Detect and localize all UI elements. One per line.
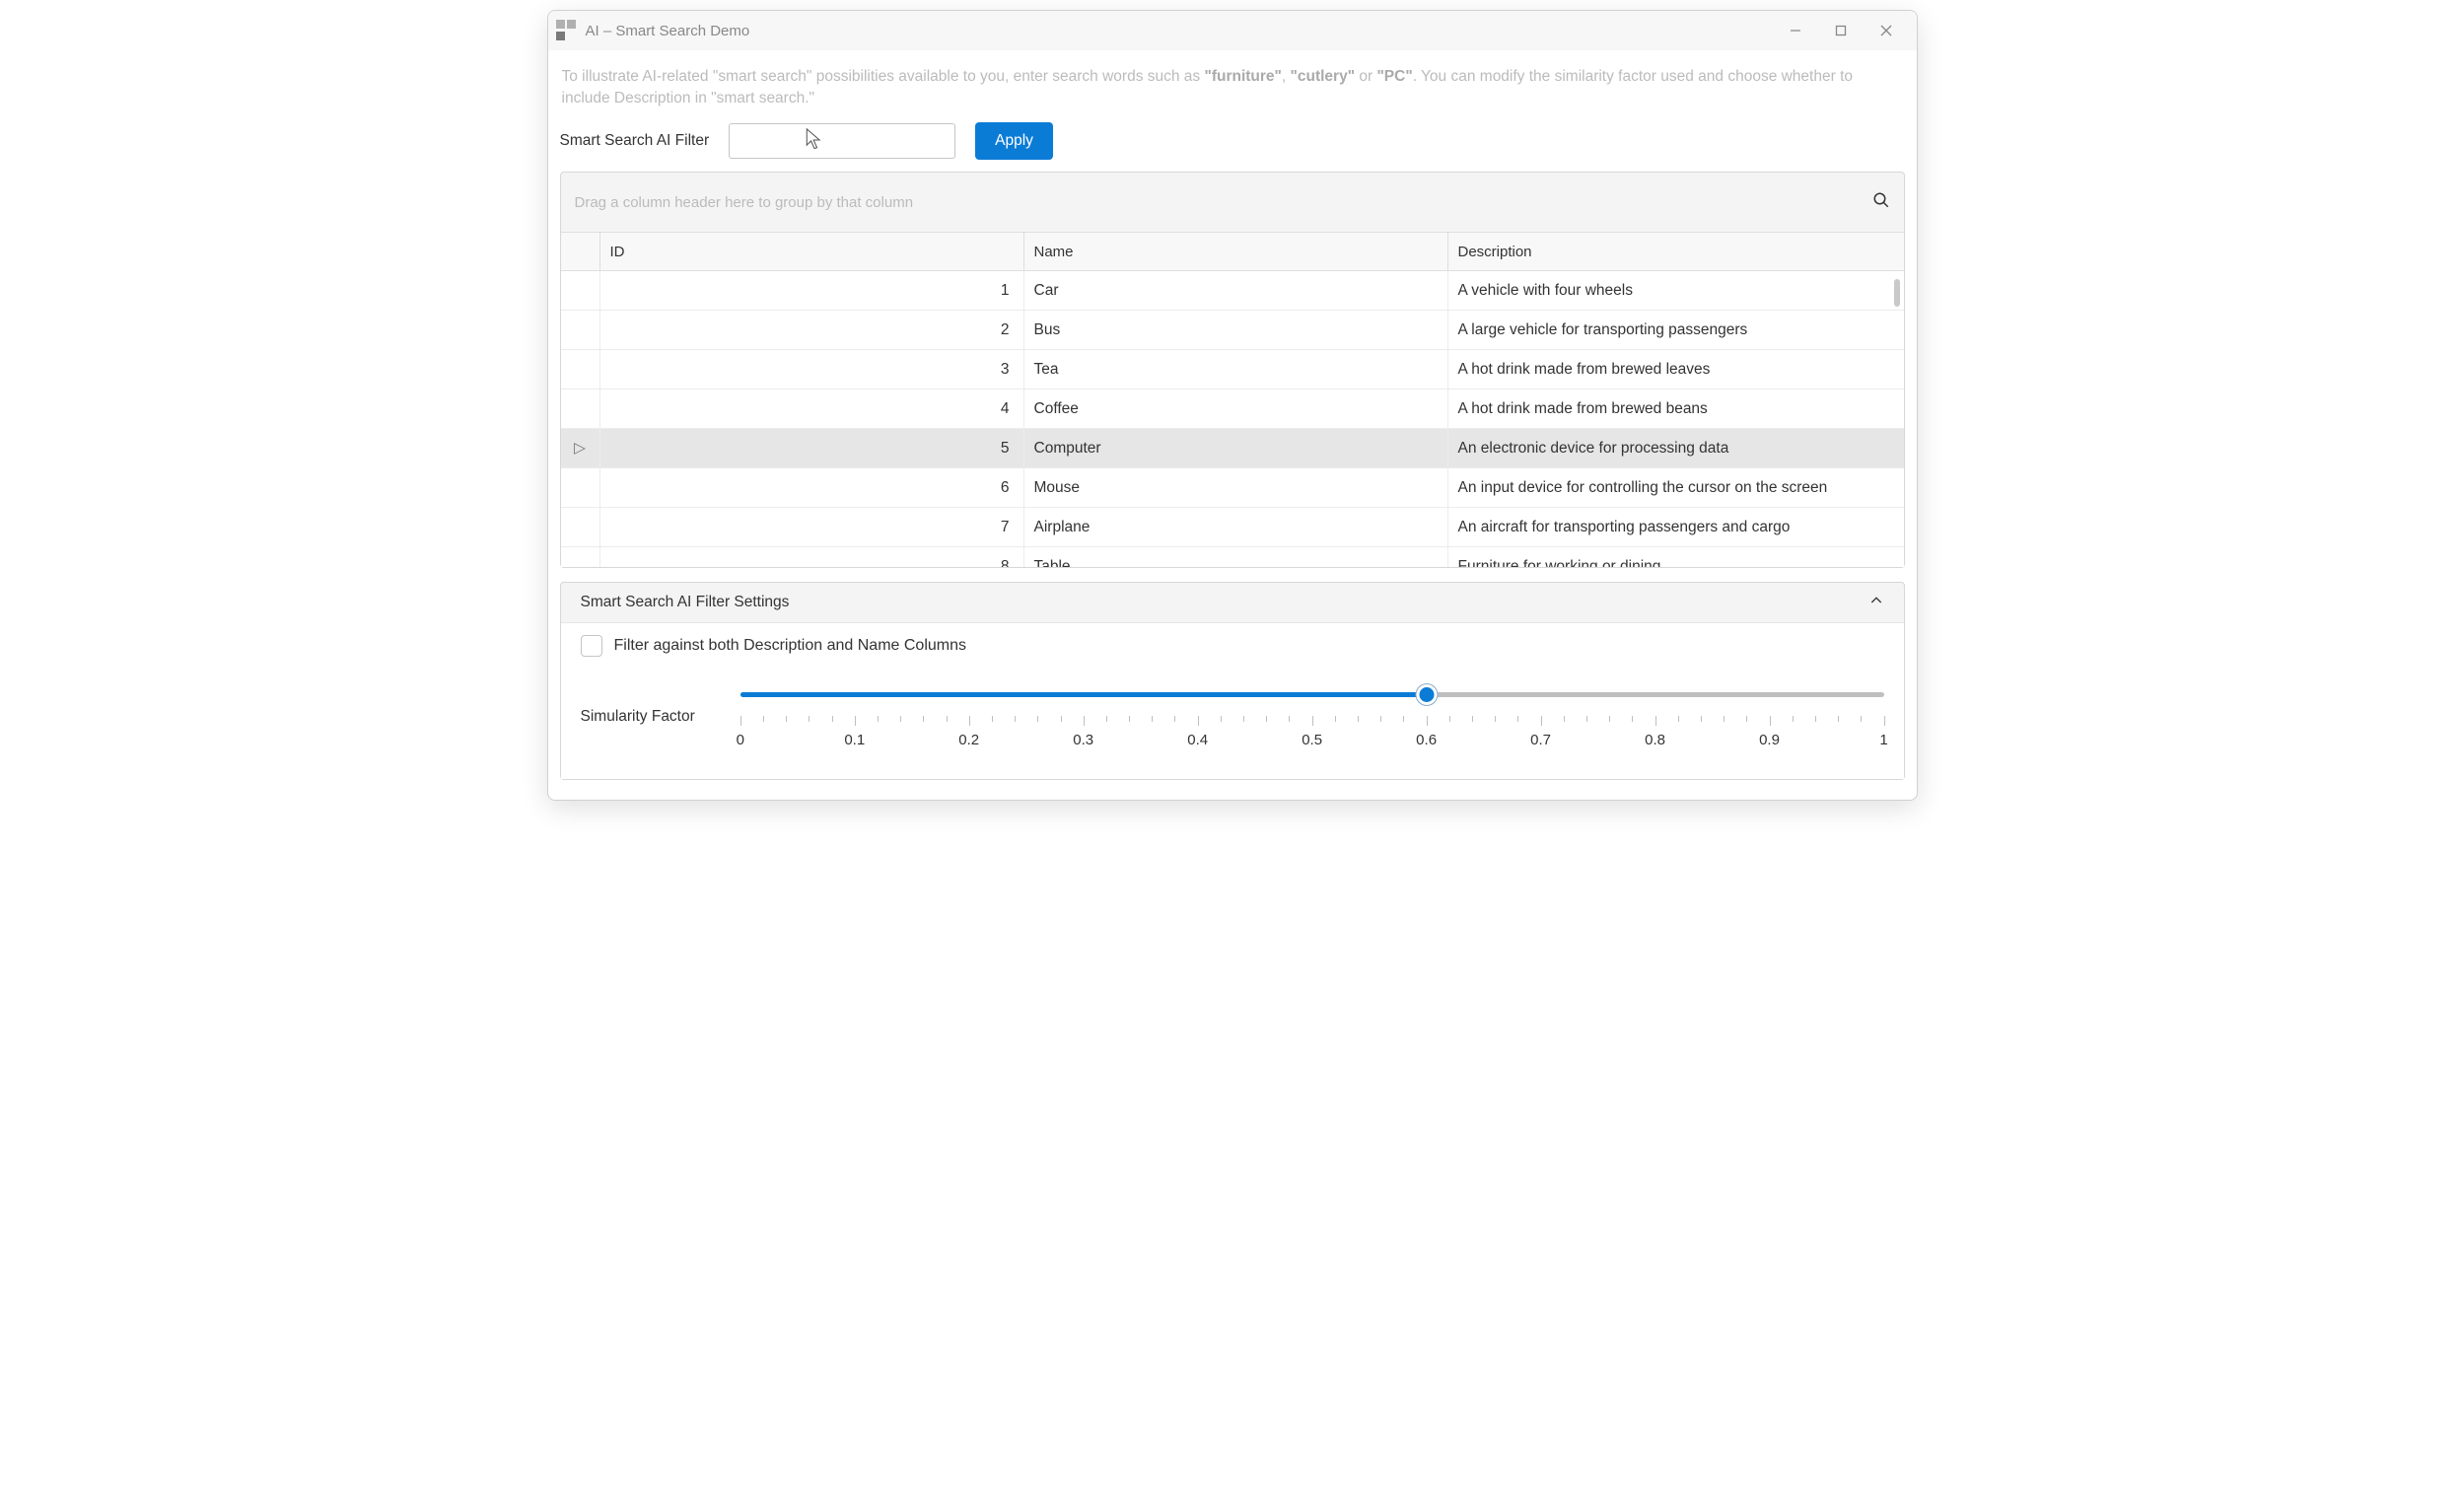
similarity-slider[interactable]: 0 0.1 0.2 0.3 0.4 0.5 0.6 0.7 0.8 0.9 1 bbox=[740, 682, 1884, 753]
table-row[interactable]: ▷5ComputerAn electronic device for proce… bbox=[561, 429, 1904, 468]
app-window: AI – Smart Search Demo To illustrate AI-… bbox=[547, 10, 1918, 801]
cell-description[interactable]: An electronic device for processing data bbox=[1448, 429, 1904, 467]
group-panel[interactable]: Drag a column header here to group by th… bbox=[561, 173, 1904, 232]
row-indicator bbox=[561, 468, 600, 507]
filter-both-checkbox[interactable] bbox=[581, 635, 602, 657]
slider-tick-label: 0.6 bbox=[1416, 732, 1437, 748]
table-row[interactable]: 7AirplaneAn aircraft for transporting pa… bbox=[561, 508, 1904, 547]
slider-thumb[interactable] bbox=[1416, 684, 1437, 705]
similarity-label: Simularity Factor bbox=[581, 708, 695, 726]
filter-row: Smart Search AI Filter Apply bbox=[560, 122, 1905, 160]
filter-both-checkbox-row: Filter against both Description and Name… bbox=[581, 635, 1884, 657]
slider-tick-label: 0.3 bbox=[1073, 732, 1093, 748]
cell-id[interactable]: 8 bbox=[600, 547, 1024, 567]
cell-id[interactable]: 6 bbox=[600, 468, 1024, 507]
cell-id[interactable]: 3 bbox=[600, 350, 1024, 389]
column-header-description[interactable]: Description bbox=[1448, 233, 1904, 270]
close-button[interactable] bbox=[1864, 11, 1909, 50]
cell-description[interactable]: An input device for controlling the curs… bbox=[1448, 468, 1904, 507]
cell-id[interactable]: 4 bbox=[600, 389, 1024, 428]
cell-id[interactable]: 5 bbox=[600, 429, 1024, 467]
cell-name[interactable]: Tea bbox=[1024, 350, 1448, 389]
slider-tick-label: 0.7 bbox=[1530, 732, 1551, 748]
cell-description[interactable]: A hot drink made from brewed beans bbox=[1448, 389, 1904, 428]
cell-name[interactable]: Car bbox=[1024, 271, 1448, 310]
cell-name[interactable]: Airplane bbox=[1024, 508, 1448, 546]
cell-description[interactable]: A vehicle with four wheels bbox=[1448, 271, 1904, 310]
titlebar: AI – Smart Search Demo bbox=[548, 11, 1917, 50]
group-hint: Drag a column header here to group by th… bbox=[575, 194, 914, 211]
column-header-id[interactable]: ID bbox=[600, 233, 1024, 270]
cell-name[interactable]: Bus bbox=[1024, 311, 1448, 349]
cell-description[interactable]: A hot drink made from brewed leaves bbox=[1448, 350, 1904, 389]
settings-title: Smart Search AI Filter Settings bbox=[581, 594, 790, 611]
grid-header: ID Name Description bbox=[561, 232, 1904, 271]
content-area: To illustrate AI-related "smart search" … bbox=[548, 50, 1917, 800]
row-indicator-header bbox=[561, 233, 600, 270]
maximize-button[interactable] bbox=[1818, 11, 1864, 50]
filter-label: Smart Search AI Filter bbox=[560, 132, 710, 150]
similarity-slider-row: Simularity Factor 0 0.1 0.2 0.3 0.4 0.5 0.6 0.7… bbox=[581, 682, 1884, 753]
grid-body[interactable]: 1CarA vehicle with four wheels2BusA larg… bbox=[561, 271, 1904, 567]
slider-tick-label: 0.2 bbox=[958, 732, 979, 748]
app-icon bbox=[556, 20, 578, 41]
table-row[interactable]: 2BusA large vehicle for transporting pas… bbox=[561, 311, 1904, 350]
search-icon[interactable] bbox=[1872, 191, 1890, 213]
row-indicator bbox=[561, 508, 600, 546]
table-row[interactable]: 8TableFurniture for working or dining bbox=[561, 547, 1904, 567]
intro-text: To illustrate AI-related "smart search" … bbox=[562, 66, 1905, 108]
slider-tick-label: 0.8 bbox=[1645, 732, 1665, 748]
cell-id[interactable]: 2 bbox=[600, 311, 1024, 349]
settings-body: Filter against both Description and Name… bbox=[561, 622, 1904, 779]
row-indicator bbox=[561, 389, 600, 428]
filter-input[interactable] bbox=[729, 123, 955, 159]
data-grid: Drag a column header here to group by th… bbox=[560, 172, 1905, 568]
slider-tick-label: 0.9 bbox=[1759, 732, 1780, 748]
table-row[interactable]: 1CarA vehicle with four wheels bbox=[561, 271, 1904, 311]
minimize-button[interactable] bbox=[1773, 11, 1818, 50]
filter-both-label: Filter against both Description and Name… bbox=[614, 637, 967, 655]
table-row[interactable]: 6MouseAn input device for controlling th… bbox=[561, 468, 1904, 508]
cell-id[interactable]: 7 bbox=[600, 508, 1024, 546]
cell-name[interactable]: Coffee bbox=[1024, 389, 1448, 428]
slider-fill bbox=[740, 692, 1427, 697]
slider-tick-label: 0.4 bbox=[1187, 732, 1208, 748]
cell-description[interactable]: Furniture for working or dining bbox=[1448, 547, 1904, 567]
slider-tick-label: 0.1 bbox=[844, 732, 865, 748]
slider-tick-label: 1 bbox=[1879, 732, 1887, 748]
row-indicator bbox=[561, 547, 600, 567]
chevron-up-icon bbox=[1868, 593, 1884, 613]
cell-name[interactable]: Table bbox=[1024, 547, 1448, 567]
window-title: AI – Smart Search Demo bbox=[586, 23, 750, 39]
apply-button[interactable]: Apply bbox=[975, 122, 1053, 160]
settings-header[interactable]: Smart Search AI Filter Settings bbox=[561, 583, 1904, 622]
row-indicator bbox=[561, 271, 600, 310]
cell-description[interactable]: An aircraft for transporting passengers … bbox=[1448, 508, 1904, 546]
cell-name[interactable]: Mouse bbox=[1024, 468, 1448, 507]
row-indicator bbox=[561, 350, 600, 389]
slider-tick-label: 0.5 bbox=[1302, 732, 1322, 748]
slider-tick-label: 0 bbox=[737, 732, 744, 748]
row-indicator: ▷ bbox=[561, 429, 600, 467]
row-indicator bbox=[561, 311, 600, 349]
table-row[interactable]: 3TeaA hot drink made from brewed leaves bbox=[561, 350, 1904, 389]
cell-description[interactable]: A large vehicle for transporting passeng… bbox=[1448, 311, 1904, 349]
cell-name[interactable]: Computer bbox=[1024, 429, 1448, 467]
settings-panel: Smart Search AI Filter Settings Filter a… bbox=[560, 582, 1905, 780]
slider-labels: 0 0.1 0.2 0.3 0.4 0.5 0.6 0.7 0.8 0.9 1 bbox=[740, 732, 1884, 753]
column-header-name[interactable]: Name bbox=[1024, 233, 1448, 270]
slider-ticks bbox=[740, 716, 1884, 728]
scrollbar-thumb[interactable] bbox=[1894, 279, 1900, 307]
table-row[interactable]: 4CoffeeA hot drink made from brewed bean… bbox=[561, 389, 1904, 429]
cell-id[interactable]: 1 bbox=[600, 271, 1024, 310]
